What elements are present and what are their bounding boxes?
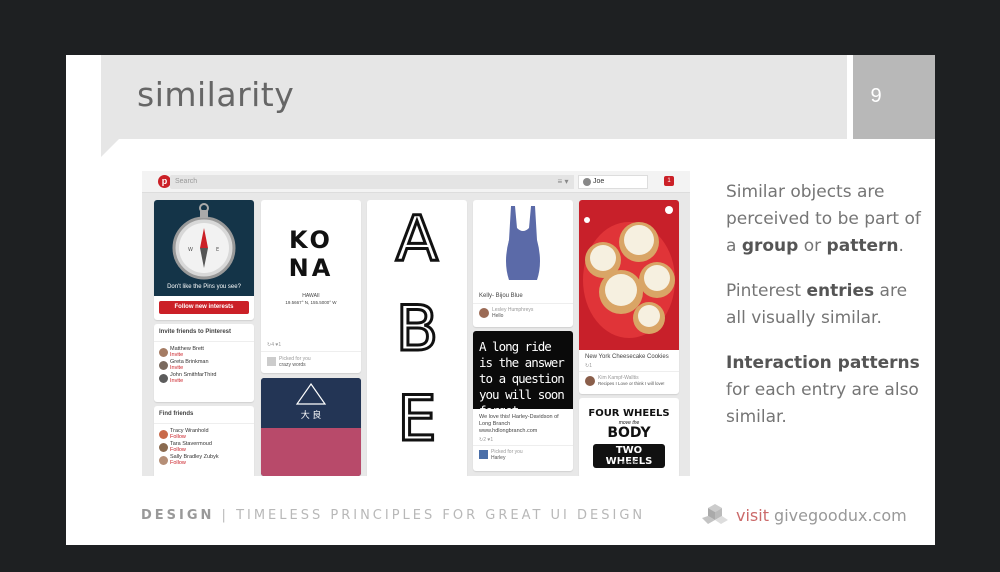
invite-link[interactable]: Invite	[170, 378, 254, 384]
friend-row[interactable]: Matthew Brett Invite	[154, 346, 254, 359]
abe-letter-e: E	[396, 381, 438, 457]
abe-letter-b: B	[394, 291, 440, 367]
avatar	[583, 178, 591, 186]
wheels-line-3: BODY	[607, 425, 651, 441]
invite-link[interactable]: Invite	[170, 352, 254, 358]
search-input[interactable]: Search	[170, 175, 574, 189]
slide-number: 9	[870, 85, 882, 107]
pinterest-header: p Search ≡ ▾ Joe 1	[142, 171, 690, 193]
bullet-1: Similar objects are perceived to be part…	[726, 182, 921, 256]
avatar	[159, 456, 168, 465]
kona-pin[interactable]: KO NA HAWAII 19.5667° N, 155.5000° W ↻4 …	[261, 200, 361, 373]
avatar	[159, 361, 168, 370]
pin-stats: ↻1	[585, 363, 592, 369]
quote-caption: We love this! Harley-Davidson of Long Br…	[479, 414, 559, 434]
cheesecake-pin[interactable]: New York Cheesecake Cookies ↻1 Kim Kampf…	[579, 200, 679, 394]
avatar	[159, 374, 168, 383]
kona-title-1: KO	[289, 226, 333, 254]
follow-link[interactable]: Follow	[170, 447, 254, 453]
cloud-image-pin[interactable]: 大 良	[261, 378, 361, 476]
avatar	[159, 443, 168, 452]
avatar	[159, 348, 168, 357]
wheels-pin[interactable]: FOUR WHEELS move the BODY TWO WHEELS mov…	[579, 398, 679, 476]
footer-site-link[interactable]: visit givegoodux.com	[736, 506, 907, 525]
avatar	[585, 376, 595, 386]
board-name[interactable]: crazy words	[279, 362, 306, 368]
footer-tagline: DESIGN | TIMELESS PRINCIPLES FOR GREAT U…	[141, 508, 646, 523]
avatar	[479, 308, 489, 318]
kona-sub: HAWAII	[302, 293, 320, 299]
invite-link[interactable]: Invite	[170, 365, 254, 371]
friend-row[interactable]: Tara Stavermoud Follow	[154, 441, 254, 454]
quote-pin[interactable]: A long ride is the answer to a question …	[473, 331, 573, 471]
friend-row[interactable]: Greta Brinkman Invite	[154, 359, 254, 372]
pinterest-screenshot: p Search ≡ ▾ Joe 1 W E Don't like the Pi…	[142, 171, 690, 476]
wheels-line-5: move the	[618, 460, 640, 466]
follow-link[interactable]: Follow	[170, 460, 254, 466]
friend-row[interactable]: Tracy Wranhold Follow	[154, 428, 254, 441]
title-fold	[101, 139, 119, 157]
svg-text:E: E	[216, 247, 219, 253]
abe-letter-a: A	[394, 201, 439, 277]
quote-text: A long ride is the answer to a question …	[473, 331, 573, 418]
wheels-line-1: FOUR WHEELS	[588, 408, 670, 419]
kona-coords: 19.5667° N, 155.5000° W	[285, 300, 337, 305]
follow-interests-button[interactable]: Follow new interests	[159, 301, 249, 314]
invite-heading: Invite friends to Pinterest	[154, 324, 254, 342]
pin-stats: ↻4 ♥1	[267, 342, 282, 348]
user-button[interactable]: Joe	[578, 175, 648, 189]
slide: similarity 9 p Search ≡ ▾ Joe 1 W E Don'…	[66, 55, 935, 545]
compass-icon: W E	[172, 203, 236, 280]
svg-text:W: W	[188, 247, 193, 253]
bullet-3: Interaction patterns for each entry are …	[726, 353, 920, 427]
compass-card[interactable]: W E Don't like the Pins you see? Follow …	[154, 200, 254, 320]
board-name[interactable]: Hello	[492, 313, 503, 319]
cheesecake-image	[579, 200, 679, 350]
board-name[interactable]: Recipes I Love or think I will love!	[598, 381, 665, 386]
slide-title: similarity	[137, 75, 295, 114]
friend-row[interactable]: Sally Bradley Zubyk Follow	[154, 454, 254, 467]
avatar	[159, 430, 168, 439]
notification-badge[interactable]: 1	[664, 176, 674, 186]
invite-friends-card: Invite friends to Pinterest Matthew Bret…	[154, 324, 254, 402]
abe-pin[interactable]: A B E	[367, 200, 467, 476]
bullet-2: Pinterest entries are all visually simil…	[726, 281, 908, 328]
compass-caption: Don't like the Pins you see?	[167, 284, 241, 290]
menu-icon[interactable]: ≡ ▾	[552, 175, 574, 189]
kona-title-2: NA	[288, 254, 334, 282]
follow-link[interactable]: Follow	[170, 434, 254, 440]
friend-row[interactable]: John SmithfarThird Invite	[154, 372, 254, 385]
compass-image: W E	[154, 200, 254, 296]
user-name: Joe	[593, 178, 605, 185]
swimsuit-pin[interactable]: Kelly- Bijou Blue Lesley Humphreys Hello	[473, 200, 573, 327]
pin-stats: ↻2 ♥1	[479, 437, 494, 443]
explanation-text: Similar objects are perceived to be part…	[726, 179, 926, 449]
find-heading: Find friends	[154, 406, 254, 424]
find-friends-card: Find friends Tracy Wranhold Follow Tara S…	[154, 406, 254, 476]
swimsuit-caption: Kelly- Bijou Blue	[479, 293, 523, 299]
board-thumb	[479, 450, 488, 459]
board-thumb	[267, 357, 276, 366]
cloud-sign: 大 良	[300, 410, 322, 420]
board-name[interactable]: Harley	[491, 455, 505, 461]
givegoodux-logo-icon	[702, 504, 728, 524]
swimsuit-image	[506, 206, 540, 280]
cheesecake-caption: New York Cheesecake Cookies	[585, 354, 669, 360]
